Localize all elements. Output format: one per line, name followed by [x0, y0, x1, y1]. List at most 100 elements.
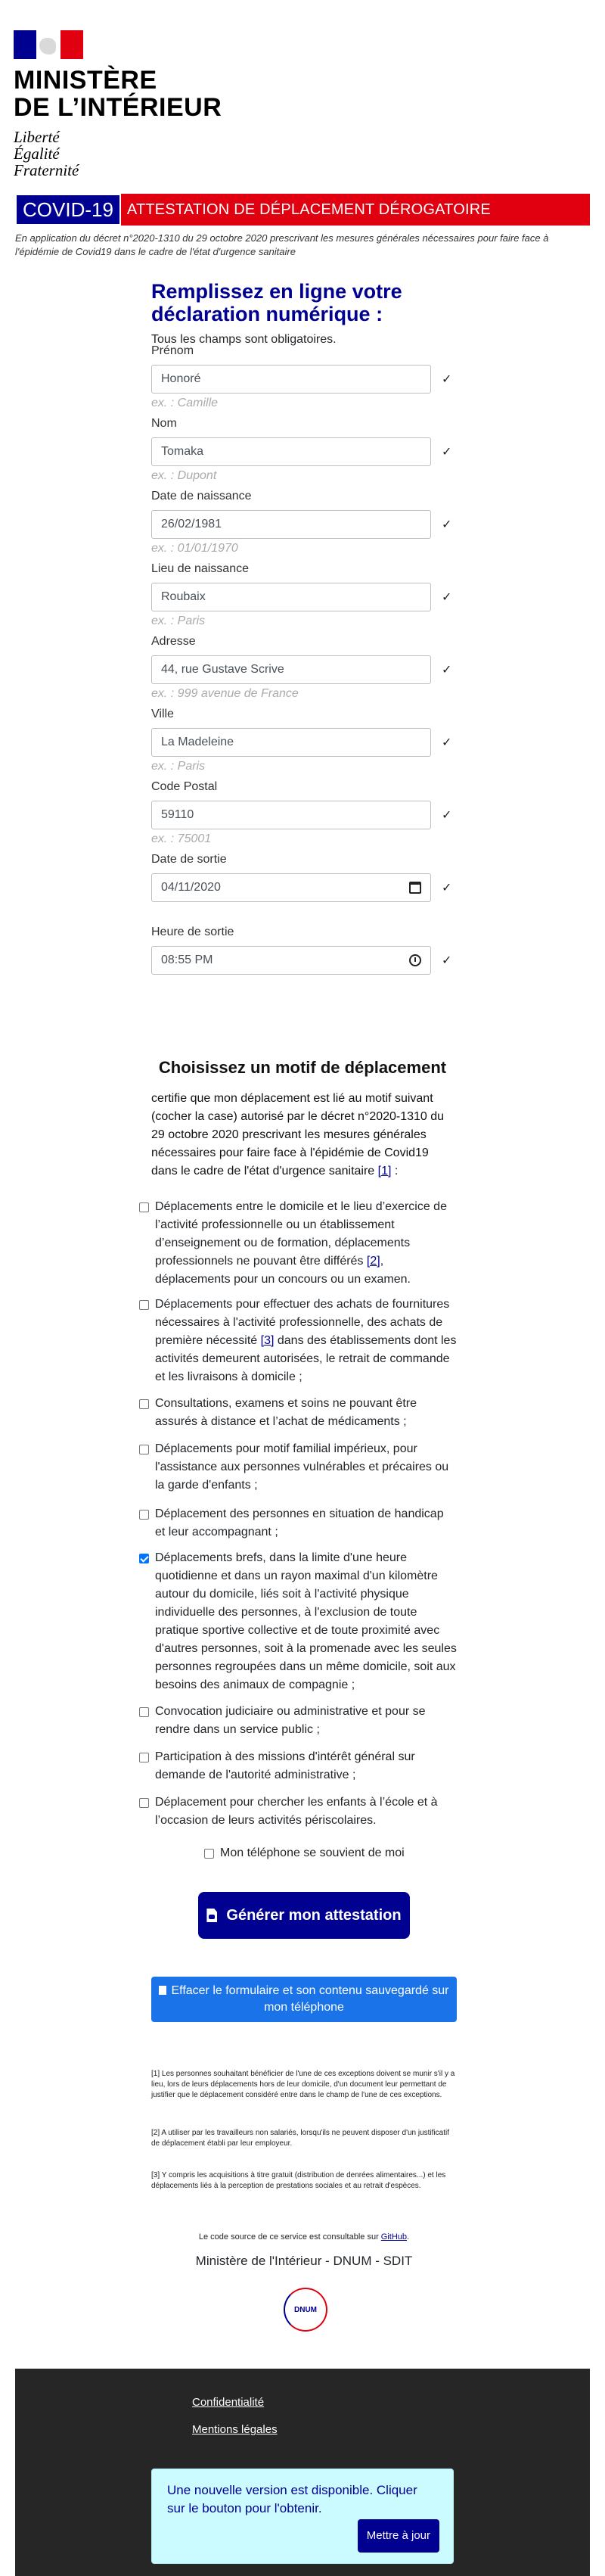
trash-icon	[159, 1986, 167, 1995]
birthday-input[interactable]: 26/02/1981	[151, 510, 431, 539]
form-title: Remplissez en ligne votre déclaration nu…	[151, 280, 402, 325]
footer: Confidentialité Mentions légales Une nou…	[15, 2369, 590, 2576]
banner-covid-label: COVID-19	[15, 194, 121, 226]
reason-convocation[interactable]: Convocation judiciaire ou administrative…	[139, 1703, 457, 1739]
update-text: Une nouvelle version est disponible. Cli…	[167, 2483, 417, 2515]
field-firstname: Prénom Honoré ✓ ex. : Camille	[151, 344, 476, 410]
valid-check-icon: ✓	[442, 446, 452, 459]
heuresortie-input[interactable]: 08:55 PM	[151, 946, 431, 975]
reason-checkbox[interactable]	[139, 1753, 149, 1762]
field-datesortie: Date de sortie 04/11/2020 ✓	[151, 853, 476, 902]
field-example: ex. : 01/01/1970	[151, 542, 238, 555]
field-heuresortie: Heure de sortie 08:55 PM ✓	[151, 926, 476, 975]
reason-checkbox[interactable]	[139, 1798, 149, 1808]
reason-checkbox[interactable]	[139, 1300, 149, 1310]
footnote-1: [1] Les personnes souhaitant bénéficier …	[151, 2070, 455, 2099]
ministry-name: MINISTÈRE DE L’INTÉRIEUR	[14, 66, 222, 122]
valid-check-icon: ✓	[442, 591, 452, 604]
valid-check-icon: ✓	[442, 373, 452, 386]
form-heading: Remplissez en ligne votre déclaration nu…	[151, 280, 454, 347]
signature: Ministère de l'Intérieur - DNUM - SDIT	[195, 2254, 413, 2268]
field-label: Code Postal	[151, 780, 218, 793]
field-city: Ville La Madeleine ✓ ex. : Paris	[151, 708, 476, 773]
page: MINISTÈRE DE L’INTÉRIEUR Liberté Égalité…	[0, 0, 605, 2576]
reason-enfants[interactable]: Déplacement pour chercher les enfants à …	[139, 1794, 457, 1830]
dnum-seal-icon: DNUM	[284, 2288, 327, 2332]
field-zipcode: Code Postal 59110 ✓ ex. : 75001	[151, 780, 476, 846]
banner-title: ATTESTATION DE DÉPLACEMENT DÉROGATOIRE	[126, 201, 491, 218]
reason-checkbox[interactable]	[139, 1445, 149, 1454]
reason-checkbox[interactable]	[139, 1202, 149, 1212]
marianne-flag-icon	[14, 30, 83, 59]
valid-check-icon: ✓	[442, 882, 452, 894]
file-pdf-icon	[206, 1909, 218, 1922]
remember-me[interactable]: Mon téléphone se souvient de moi	[204, 1846, 405, 1860]
field-label: Prénom	[151, 344, 194, 357]
footnote-3: [3] Y compris les acquisitions à titre g…	[151, 2171, 446, 2190]
field-label: Date de sortie	[151, 853, 227, 866]
reason-achats[interactable]: Déplacements pour effectuer des achats d…	[139, 1296, 457, 1386]
source-code-note: Le code source de ce service est consult…	[198, 2232, 410, 2242]
motto: Liberté Égalité Fraternité	[14, 128, 79, 179]
field-example: ex. : Paris	[151, 614, 206, 627]
field-label: Date de naissance	[151, 490, 252, 502]
calendar-icon[interactable]	[409, 882, 421, 894]
valid-check-icon: ✓	[442, 954, 452, 967]
reason-checkbox[interactable]	[139, 1707, 149, 1717]
footnote-link-3[interactable]: [3]	[261, 1334, 275, 1347]
legal-link[interactable]: Mentions légales	[192, 2423, 278, 2436]
footnote-link-2[interactable]: [2]	[367, 1255, 380, 1268]
city-input[interactable]: La Madeleine	[151, 728, 431, 757]
field-label: Ville	[151, 708, 174, 720]
ministry-logo: MINISTÈRE DE L’INTÉRIEUR Liberté Égalité…	[14, 30, 240, 179]
reason-travail[interactable]: Déplacements entre le domicile et le lie…	[139, 1198, 457, 1289]
reason-famille[interactable]: Déplacements pour motif familial impérie…	[139, 1440, 457, 1495]
field-label: Nom	[151, 417, 177, 430]
reason-missions[interactable]: Participation à des missions d'intérêt g…	[139, 1748, 457, 1784]
lastname-input[interactable]: Tomaka	[151, 437, 431, 466]
address-input[interactable]: 44, rue Gustave Scrive	[151, 655, 431, 684]
field-example: ex. : 75001	[151, 832, 212, 845]
valid-check-icon: ✓	[442, 518, 452, 531]
placeofbirth-input[interactable]: Roubaix	[151, 583, 431, 611]
motif-title: Choisissez un motif de déplacement	[158, 1058, 447, 1077]
update-button[interactable]: Mettre à jour	[357, 2519, 439, 2553]
footnote-2: [2] A utiliser par les travailleurs non …	[151, 2129, 450, 2148]
reason-handicap[interactable]: Déplacement des personnes en situation d…	[139, 1505, 457, 1542]
clock-icon[interactable]	[409, 954, 421, 966]
remember-checkbox[interactable]	[204, 1848, 214, 1859]
clear-form-button[interactable]: Effacer le formulaire et son contenu sau…	[151, 1977, 457, 2022]
field-label: Heure de sortie	[151, 926, 234, 938]
generate-button[interactable]: Générer mon attestation	[198, 1892, 410, 1939]
zipcode-input[interactable]: 59110	[151, 801, 431, 829]
covid-banner: COVID-19 ATTESTATION DE DÉPLACEMENT DÉRO…	[15, 194, 590, 226]
github-link[interactable]: GitHub	[381, 2232, 407, 2242]
field-example: ex. : Camille	[151, 397, 219, 409]
dnum-logo: DNUM	[274, 2278, 337, 2341]
decree-text: En application du décret n°2020-1310 du …	[15, 232, 549, 257]
reason-checkbox[interactable]	[139, 1510, 149, 1520]
field-example: ex. : 999 avenue de France	[151, 687, 299, 700]
valid-check-icon: ✓	[442, 736, 452, 749]
field-example: ex. : Paris	[151, 760, 206, 773]
field-placeofbirth: Lieu de naissance Roubaix ✓ ex. : Paris	[151, 562, 476, 628]
field-label: Lieu de naissance	[151, 562, 249, 575]
certify-text: certifie que mon déplacement est lié au …	[151, 1092, 445, 1178]
valid-check-icon: ✓	[442, 664, 452, 677]
field-label: Adresse	[151, 635, 196, 648]
remember-label: Mon téléphone se souvient de moi	[220, 1846, 405, 1859]
field-birthday: Date de naissance 26/02/1981 ✓ ex. : 01/0…	[151, 490, 476, 555]
reason-sport-animaux[interactable]: Déplacements brefs, dans la limite d'une…	[139, 1549, 457, 1694]
field-example: ex. : Dupont	[151, 469, 217, 482]
privacy-link[interactable]: Confidentialité	[192, 2396, 264, 2409]
firstname-input[interactable]: Honoré	[151, 365, 431, 394]
datesortie-input[interactable]: 04/11/2020	[151, 873, 431, 902]
field-lastname: Nom Tomaka ✓ ex. : Dupont	[151, 417, 476, 483]
valid-check-icon: ✓	[442, 809, 452, 822]
reason-checkbox[interactable]	[139, 1399, 149, 1409]
reason-checkbox-checked[interactable]	[139, 1554, 149, 1563]
update-notification: Une nouvelle version est disponible. Cli…	[151, 2469, 454, 2564]
reason-sante[interactable]: Consultations, examens et soins ne pouva…	[139, 1395, 457, 1431]
field-address: Adresse 44, rue Gustave Scrive ✓ ex. : 99…	[151, 635, 476, 701]
footnote-link-1[interactable]: [1]	[378, 1165, 392, 1178]
